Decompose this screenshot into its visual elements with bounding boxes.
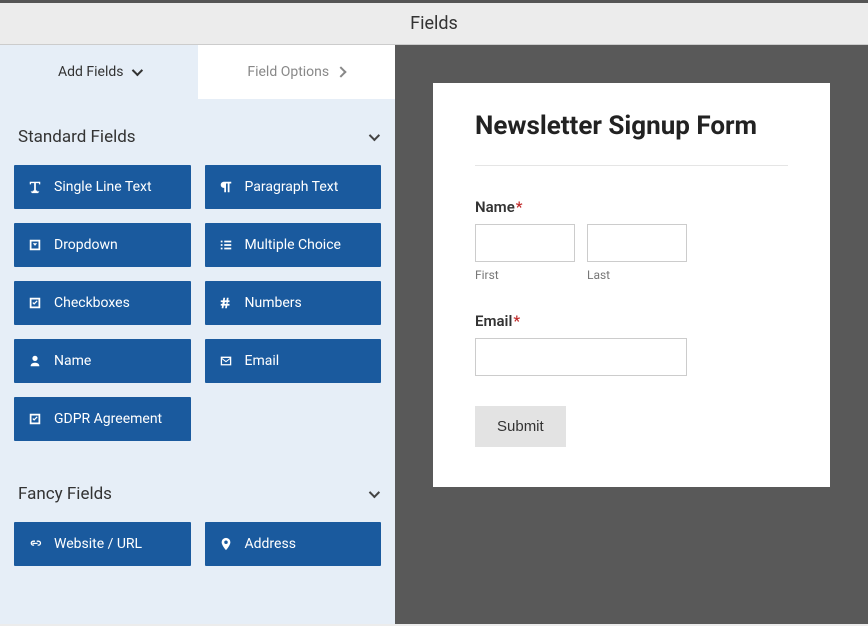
submit-button[interactable]: Submit	[475, 406, 566, 447]
email-label: Email*	[475, 312, 788, 330]
field-label: Numbers	[245, 295, 302, 311]
list-icon	[219, 238, 233, 252]
first-name-col: First	[475, 224, 575, 282]
field-website-url[interactable]: Website / URL	[14, 522, 191, 566]
field-label: Address	[245, 536, 296, 552]
required-asterisk: *	[513, 312, 520, 330]
first-name-input[interactable]	[475, 224, 575, 262]
field-address[interactable]: Address	[205, 522, 382, 566]
last-name-input[interactable]	[587, 224, 687, 262]
hash-icon	[219, 296, 233, 310]
field-checkboxes[interactable]: Checkboxes	[14, 281, 191, 325]
name-row: First Last	[475, 224, 788, 282]
tab-add-fields[interactable]: Add Fields	[0, 45, 198, 99]
section-title: Standard Fields	[18, 127, 136, 147]
tabs-row: Add Fields Field Options	[0, 45, 395, 99]
last-sublabel: Last	[587, 268, 687, 282]
map-marker-icon	[219, 537, 233, 551]
field-label: Name	[54, 353, 91, 369]
page-title: Fields	[410, 13, 458, 34]
tab-field-options[interactable]: Field Options	[198, 45, 396, 99]
field-multiple-choice[interactable]: Multiple Choice	[205, 223, 382, 267]
email-input[interactable]	[475, 338, 687, 376]
link-icon	[28, 537, 42, 551]
tab-label: Field Options	[247, 64, 329, 80]
field-dropdown[interactable]: Dropdown	[14, 223, 191, 267]
name-label: Name*	[475, 198, 788, 216]
main-layout: Add Fields Field Options Standard Fields…	[0, 45, 868, 624]
field-name-group: Name* First Last	[475, 198, 788, 282]
fancy-fields-grid: Website / URL Address	[14, 522, 381, 581]
check-square-icon	[28, 296, 42, 310]
section-fancy-fields[interactable]: Fancy Fields	[14, 456, 381, 522]
field-label: Website / URL	[54, 536, 142, 552]
check-square-icon	[28, 412, 42, 426]
field-name[interactable]: Name	[14, 339, 191, 383]
form-title: Newsletter Signup Form	[475, 111, 788, 166]
field-email-group: Email*	[475, 312, 788, 376]
label-text: Name	[475, 198, 515, 216]
chevron-down-icon	[369, 487, 380, 498]
form-preview-area: Newsletter Signup Form Name* First Last	[395, 45, 868, 624]
chevron-right-icon	[335, 66, 346, 77]
chevron-down-icon	[131, 65, 142, 76]
field-label: Single Line Text	[54, 179, 152, 195]
first-sublabel: First	[475, 268, 575, 282]
field-paragraph-text[interactable]: Paragraph Text	[205, 165, 382, 209]
last-name-col: Last	[587, 224, 687, 282]
section-standard-fields[interactable]: Standard Fields	[14, 99, 381, 165]
field-label: Multiple Choice	[245, 237, 341, 253]
page-header: Fields	[0, 3, 868, 45]
sidebar-scroll[interactable]: Standard Fields Single Line Text Paragra…	[0, 99, 395, 624]
section-title: Fancy Fields	[18, 484, 112, 504]
field-label: Paragraph Text	[245, 179, 339, 195]
standard-fields-grid: Single Line Text Paragraph Text Dropdown…	[14, 165, 381, 456]
form-preview: Newsletter Signup Form Name* First Last	[433, 83, 830, 487]
text-width-icon	[28, 180, 42, 194]
field-label: GDPR Agreement	[54, 411, 162, 427]
envelope-icon	[219, 354, 233, 368]
field-gdpr-agreement[interactable]: GDPR Agreement	[14, 397, 191, 441]
field-email[interactable]: Email	[205, 339, 382, 383]
field-single-line-text[interactable]: Single Line Text	[14, 165, 191, 209]
paragraph-icon	[219, 180, 233, 194]
caret-square-icon	[28, 238, 42, 252]
field-label: Dropdown	[54, 237, 118, 253]
field-label: Checkboxes	[54, 295, 130, 311]
fields-sidebar: Add Fields Field Options Standard Fields…	[0, 45, 395, 624]
field-label: Email	[245, 353, 280, 369]
chevron-down-icon	[369, 130, 380, 141]
required-asterisk: *	[516, 198, 523, 216]
field-numbers[interactable]: Numbers	[205, 281, 382, 325]
label-text: Email	[475, 312, 512, 330]
user-icon	[28, 354, 42, 368]
tab-label: Add Fields	[58, 64, 124, 80]
